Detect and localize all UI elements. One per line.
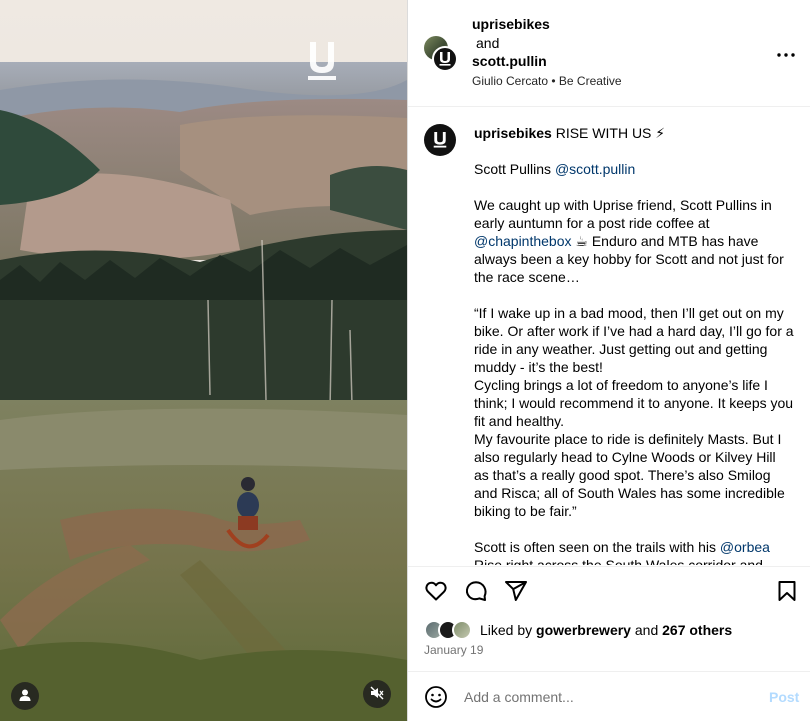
caption-para3-b: Rise right across the South Wales corrid… [474,557,763,565]
heart-icon [424,581,448,606]
caption-quote3: My favourite place to ride is definitely… [474,431,785,519]
post-comment-button[interactable]: Post [769,689,799,705]
mention-scott-pullin[interactable]: @scott.pullin [555,161,635,177]
emoji-icon [424,686,448,712]
share-button[interactable] [504,579,528,603]
likes-prefix: Liked by [480,622,537,638]
caption-quote2: Cycling brings a lot of freedom to anyon… [474,377,794,429]
user-tag-button[interactable] [11,682,39,710]
post-media[interactable] [0,0,407,721]
likes-summary[interactable]: Liked by gowerbrewery and 267 others [424,618,732,642]
mention-orbea[interactable]: @orbea [720,539,770,555]
likes-count[interactable]: 267 others [662,622,732,638]
post-dialog: uprisebikes and scott.pullin Giulio Cerc… [0,0,810,721]
send-icon [504,581,528,606]
like-button[interactable] [424,579,448,603]
mute-button[interactable] [363,680,391,708]
user-tag-icon [18,688,32,705]
likes-middle: and [630,622,663,638]
header-and-text: and [476,35,500,51]
comment-icon [464,581,488,606]
caption-para3-a: Scott is often seen on the trails with h… [474,539,720,555]
header-audio-credit[interactable]: Giulio Cercato • Be Creative [472,74,622,88]
collab-avatars[interactable] [424,36,460,72]
caption-title: RISE WITH US ⚡ [555,125,666,141]
liker-avatar [452,620,472,640]
avatar-uprisebikes[interactable] [432,46,458,72]
more-options-button[interactable] [774,40,798,64]
video-frame [0,0,407,721]
caption-text: uprisebikes RISE WITH US ⚡ Scott Pullins… [474,124,794,565]
header-username-uprisebikes[interactable]: uprisebikes [472,16,550,32]
comment-bar: Post [408,671,810,721]
caption-quote1: “If I wake up in a bad mood, then I’ll g… [474,305,794,375]
emoji-button[interactable] [424,685,448,709]
comment-button[interactable] [464,579,488,603]
bookmark-icon [775,581,799,606]
uprise-logo-icon [306,40,338,82]
post-date[interactable]: January 19 [424,643,483,657]
more-horizontal-icon [777,44,795,60]
caption-avatar[interactable] [424,124,456,156]
caption-para1-a: We caught up with Uprise friend, Scott P… [474,197,772,231]
caption-scott-line: Scott Pullins [474,161,555,177]
liker-username[interactable]: gowerbrewery [536,622,631,638]
likes-text: Liked by gowerbrewery and 267 others [480,622,732,638]
comment-input[interactable] [464,684,754,710]
save-button[interactable] [775,579,799,603]
caption-area: uprisebikes RISE WITH US ⚡ Scott Pullins… [408,108,810,565]
header-username-scott[interactable]: scott.pullin [472,53,547,69]
mention-chapinthebox[interactable]: @chapinthebox [474,233,572,249]
muted-speaker-icon [370,686,384,703]
post-header: uprisebikes and scott.pullin Giulio Cerc… [408,0,810,107]
caption-username[interactable]: uprisebikes [474,125,552,141]
post-side-panel: uprisebikes and scott.pullin Giulio Cerc… [407,0,810,721]
action-bar [408,566,810,614]
